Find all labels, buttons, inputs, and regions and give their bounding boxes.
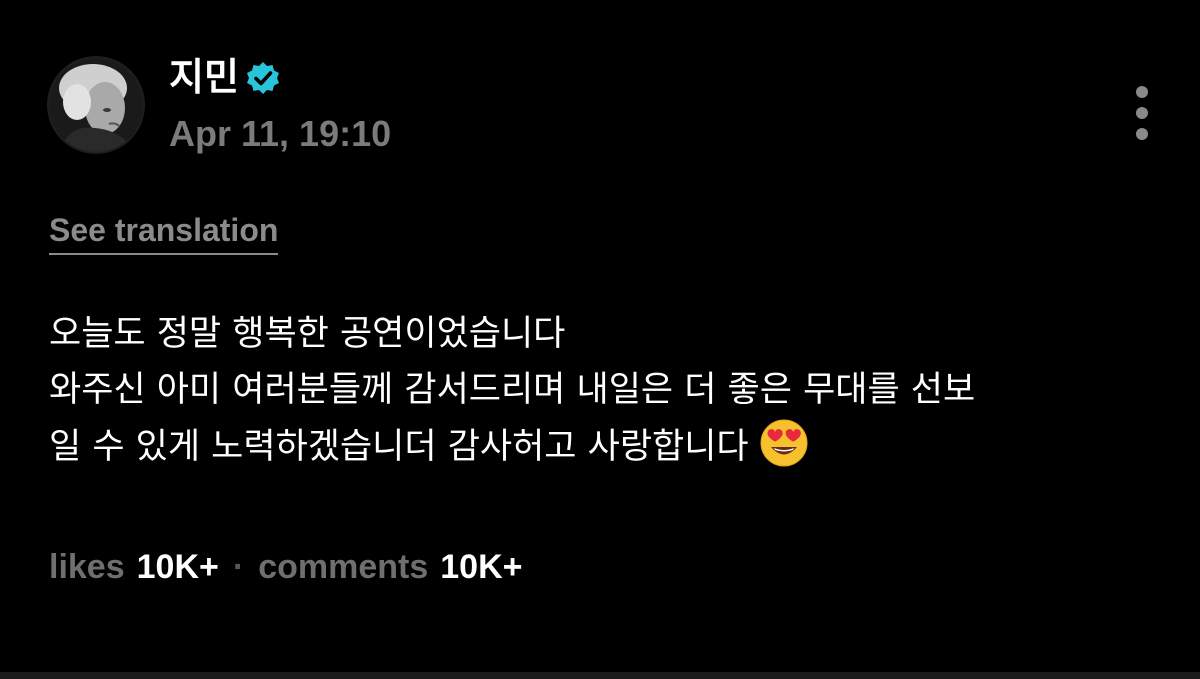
post-stats: likes 10K+ · comments 10K+ xyxy=(49,544,522,590)
verified-badge-icon xyxy=(247,62,279,94)
stats-separator: · xyxy=(232,548,245,586)
heart-eyes-emoji-icon xyxy=(760,419,808,467)
bottom-divider xyxy=(0,672,1200,679)
see-translation-link[interactable]: See translation xyxy=(49,208,279,255)
author-name[interactable]: 지민 xyxy=(169,54,239,100)
comments-count[interactable]: 10K+ xyxy=(440,548,522,586)
likes-count[interactable]: 10K+ xyxy=(137,548,219,586)
more-options-dot xyxy=(1136,107,1148,119)
avatar[interactable] xyxy=(49,58,143,152)
post-timestamp: Apr 11, 19:10 xyxy=(169,113,392,154)
post-card: 지민 Apr 11, 19:10 See translation 오늘도 정말 … xyxy=(0,0,1200,679)
comments-label[interactable]: comments xyxy=(258,548,428,586)
more-options-dot xyxy=(1136,128,1148,140)
post-body-line-last: 일 수 있게 노력하겠습니더 감사허고 사랑합니다 xyxy=(49,418,1169,475)
more-options-icon xyxy=(1136,86,1148,98)
likes-label[interactable]: likes xyxy=(49,548,125,586)
post-body-line: 오늘도 정말 행복한 공연이었습니다 xyxy=(49,314,566,354)
post-body-line: 와주신 아미 여러분들께 감서드리며 내일은 더 좋은 무대를 선보 xyxy=(49,370,976,410)
post-body-text: 일 수 있게 노력하겠습니더 감사허고 사랑합니다 xyxy=(49,427,749,467)
more-options-button[interactable] xyxy=(1122,80,1162,146)
post-body: 오늘도 정말 행복한 공연이었습니다 와주신 아미 여러분들께 감서드리며 내일… xyxy=(49,306,1169,475)
